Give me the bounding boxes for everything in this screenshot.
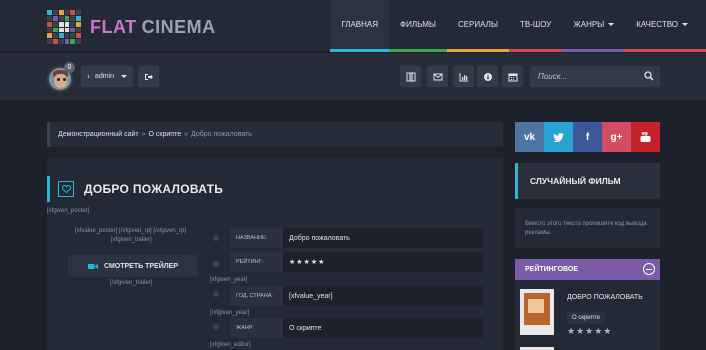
breadcrumb-separator: » [184,131,189,138]
film-title[interactable]: ДОБРО ПОЖАЛОВАТЬ [567,294,643,301]
breadcrumb-home[interactable]: Демонстрационный сайт [58,131,139,138]
rating-stars[interactable]: ★★★★★ [283,252,483,272]
nav-genres[interactable]: Жанры [562,0,626,52]
stats-button[interactable] [453,66,474,87]
article-title: ДОБРО ПОЖАЛОВАТЬ [84,182,224,196]
youtube-icon[interactable] [631,122,660,152]
article-panel: ДОБРО ПОЖАЛОВАТЬ [xfgiven_poster] [xfval… [47,158,503,350]
calendar-icon [508,73,517,81]
watch-trailer-button[interactable]: СМОТРЕТЬ ТРЕЙЛЕР [68,255,198,277]
field-title: Название: Добро пожаловать [230,228,483,248]
field-value: [xfvalue_year] [289,292,333,300]
breadcrumb: Демонстрационный сайт » О скрипте » Добр… [47,122,503,147]
template-tag: [xfgiven_trailer] [111,237,152,243]
film-poster[interactable] [520,289,554,335]
template-tag: [/xfgiven_year] [210,310,250,316]
video-camera-icon [88,263,98,269]
film-rating-stars: ★★★★★ [567,326,613,336]
field-label: Название: [230,228,283,248]
template-tag: [xfvalue_poster] [/xfgiven_rp] [/xfgiven… [75,228,187,234]
search-icon[interactable] [644,71,654,81]
film-icon [406,72,415,81]
nav-quality-label: Качество [636,20,678,29]
nav-films-label: Фильмы [400,20,436,29]
user-icon [87,75,90,78]
logout-icon [144,73,153,80]
film-button[interactable] [400,66,421,87]
template-tag: [xfgiven_year] [210,277,248,283]
logo-mosaic-icon [47,10,81,44]
nav-genres-label: Жанры [573,20,605,29]
username: admin [94,73,114,80]
twitter-icon[interactable] [544,122,573,152]
top-header: FLAT CINEMA Главная Фильмы Сериалы ТВ-шо… [0,0,706,52]
field-label: Рейтинг: [230,252,283,272]
info-icon [483,72,492,81]
template-tag: [xfgiven_poster] [47,208,90,214]
facebook-icon[interactable]: f [573,122,602,152]
field-year-country: Год, страна: [xfvalue_year] [230,286,483,306]
heart-icon [58,181,74,197]
nav-home[interactable]: Главная [330,0,390,52]
calendar-button[interactable] [502,66,523,87]
breadcrumb-current: Добро пожаловать [191,131,252,138]
envelope-icon [433,73,442,80]
logo-text-flat: FLAT [90,16,137,37]
nav-films[interactable]: Фильмы [389,0,447,52]
vk-icon[interactable]: vk [515,122,544,152]
watch-trailer-label: СМОТРЕТЬ ТРЕЙЛЕР [104,262,178,270]
top-rated-list: ДОБРО ПОЖАЛОВАТЬ О скрипте ★★★★★ [515,280,660,350]
user-menu-button[interactable]: admin [81,66,133,87]
nav-home-label: Главная [341,20,379,29]
collapse-icon[interactable] [643,263,655,275]
random-film-header[interactable]: СЛУЧАЙНЫЙ ФИЛЬМ [515,163,660,199]
social-buttons: vk f g+ [515,122,660,152]
field-bullet [213,261,219,267]
chevron-down-icon [682,23,688,26]
field-bullet [213,324,219,330]
notification-badge: 0 [64,62,75,73]
main-content: Демонстрационный сайт » О скрипте » Добр… [47,122,503,350]
chevron-down-icon [608,23,615,26]
field-genre: Жанр: О скрипте [230,318,483,338]
info-button[interactable] [477,66,498,87]
field-label: Жанр: [230,318,283,338]
field-bullet [213,291,219,297]
template-tag: [/xfgiven_trailer] [110,280,153,286]
search-box [530,66,660,87]
nav-series[interactable]: Сериалы [446,0,509,52]
site-logo[interactable]: FLAT CINEMA [47,10,216,44]
field-bullet [213,235,219,241]
template-tag: [xfgiven_editor] [210,342,251,348]
nav-tvshow[interactable]: ТВ-шоу [508,0,563,52]
nav-series-label: Сериалы [457,20,498,29]
logout-button[interactable] [138,66,159,87]
breadcrumb-page[interactable]: О скрипте [149,131,182,138]
logo-text-cinema: CINEMA [141,16,216,37]
sidebar: vk f g+ [515,122,660,152]
breadcrumb-separator: » [141,131,146,138]
film-genre-tag[interactable]: О скрипте [567,312,605,324]
nav-quality[interactable]: Качество [625,0,706,52]
chevron-down-icon [121,75,127,78]
main-nav: Главная Фильмы Сериалы ТВ-шоу Жанры Каче… [330,0,706,52]
field-value: Добро пожаловать [289,234,350,242]
top-rated-title: РЕЙТИНГОВОЕ [525,266,579,273]
messages-button[interactable] [427,66,448,87]
ad-placeholder-text: Вместо этого текста пропишите код вывода… [515,208,660,248]
nav-tvshow-label: ТВ-шоу [519,20,552,29]
field-value[interactable]: О скрипте [283,318,483,338]
google-plus-icon[interactable]: g+ [602,122,631,152]
chart-icon [459,72,468,81]
search-input[interactable] [530,66,640,87]
top-rated-header: РЕЙТИНГОВОЕ [515,259,660,280]
field-label: Год, страна: [230,286,283,306]
field-rating: Рейтинг: ★★★★★ [230,252,483,272]
article-header: ДОБРО ПОЖАЛОВАТЬ [47,176,223,202]
